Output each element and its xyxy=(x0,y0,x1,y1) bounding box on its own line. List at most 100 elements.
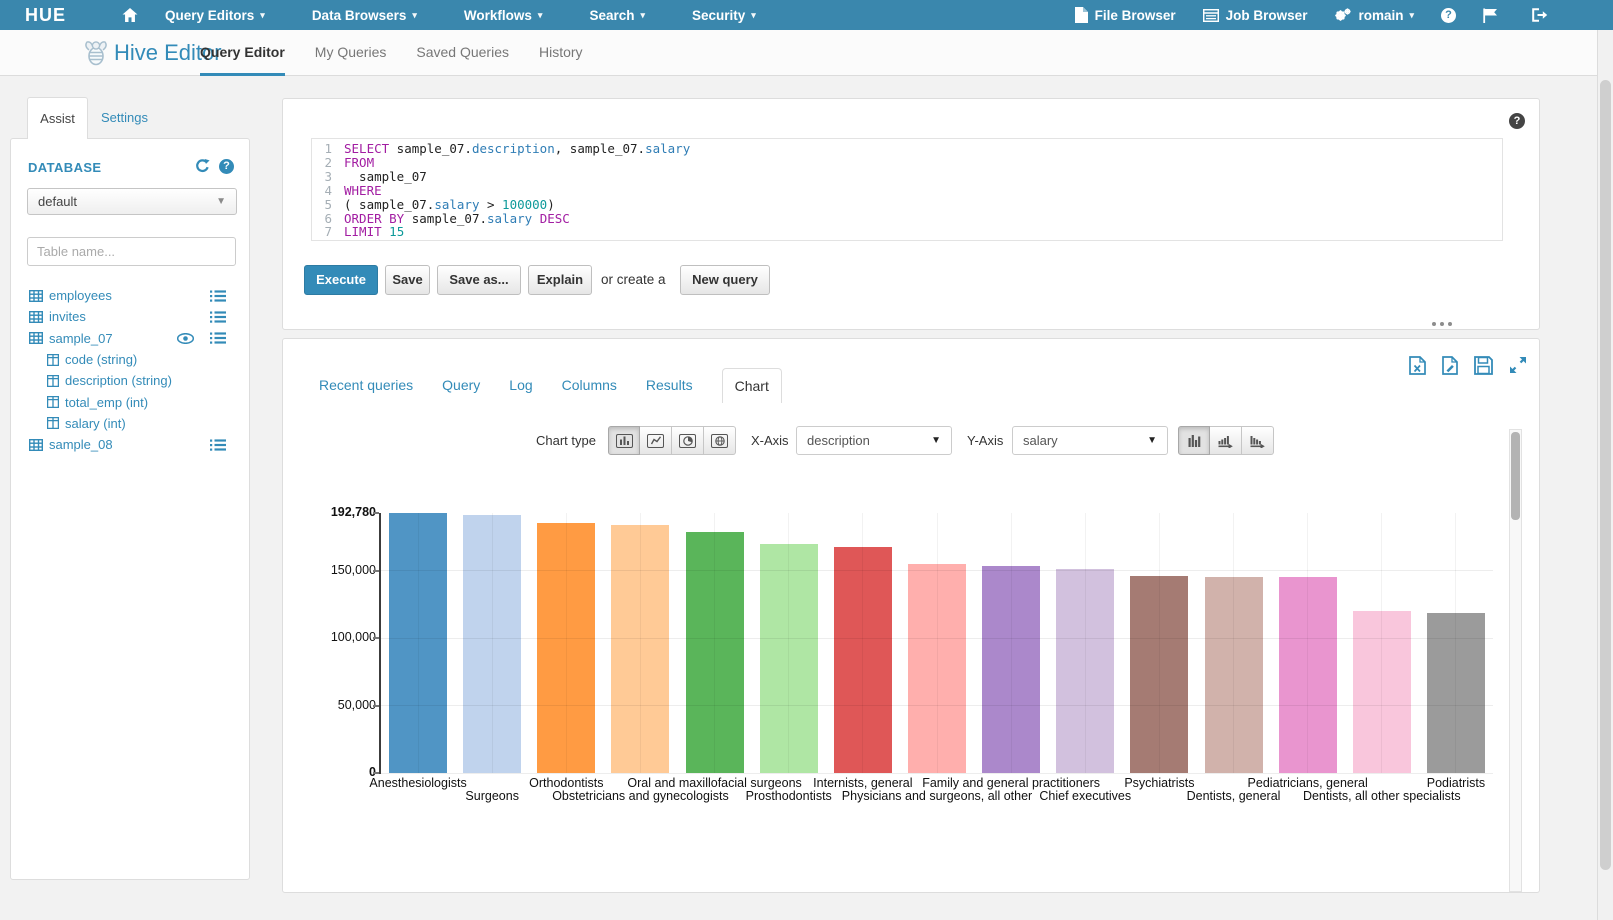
x-axis-label-physicians-and-surgeons-all-other: Physicians and surgeons, all other xyxy=(842,789,1032,803)
hue-logo[interactable]: HUE xyxy=(25,0,66,30)
menu-icon[interactable] xyxy=(210,311,232,323)
x-axis-label-obstetricians-and-gynecologists: Obstetricians and gynecologists xyxy=(552,789,728,803)
window-scrollbar-thumb[interactable] xyxy=(1600,80,1611,870)
editor-help-icon[interactable]: ? xyxy=(1509,113,1525,129)
chart-scrollbar[interactable] xyxy=(1509,429,1522,892)
sort-asc-button[interactable] xyxy=(1210,426,1242,455)
nav-menu-workflows[interactable]: Workflows▾ xyxy=(464,8,543,23)
column-icon xyxy=(47,396,65,408)
results-tab-columns[interactable]: Columns xyxy=(562,368,617,403)
sql-token: salary xyxy=(487,211,532,226)
subnav-tab-saved-queries[interactable]: Saved Queries xyxy=(416,30,509,76)
subnav-tab-my-queries[interactable]: My Queries xyxy=(315,30,387,76)
nav-link-label: Job Browser xyxy=(1226,8,1308,23)
tab-settings[interactable]: Settings xyxy=(101,97,148,139)
y-axis-select[interactable]: salary ▼ xyxy=(1012,426,1168,455)
refresh-icon[interactable] xyxy=(195,159,210,178)
x-axis-select-value: description xyxy=(807,433,870,448)
chart-scrollbar-thumb[interactable] xyxy=(1511,432,1520,520)
y-tick-mark xyxy=(373,705,379,707)
menu-icon[interactable] xyxy=(210,290,232,302)
x-axis-select[interactable]: description ▼ xyxy=(796,426,952,455)
chart-type-map-button[interactable] xyxy=(704,426,736,455)
line-number: 2 xyxy=(312,156,332,170)
chart-type-lines-button[interactable] xyxy=(640,426,672,455)
results-tab-query[interactable]: Query xyxy=(442,368,480,403)
gridline-vertical xyxy=(1307,513,1308,773)
tab-assist[interactable]: Assist xyxy=(27,97,88,139)
assist-help-icon[interactable]: ? xyxy=(219,159,234,174)
database-select[interactable]: default ▼ xyxy=(27,188,237,215)
column-row-total-emp-int[interactable]: total_emp (int) xyxy=(11,391,249,412)
chart-type-bars-button[interactable] xyxy=(608,426,640,455)
column-row-code-string[interactable]: code (string) xyxy=(11,349,249,370)
table-icon xyxy=(29,332,49,344)
save-icon[interactable] xyxy=(1474,356,1493,380)
sql-editor[interactable]: 1234567 SELECT sample_07.description, sa… xyxy=(311,138,1503,241)
assist-panel: DATABASE ? default ▼ employeesinvitessam… xyxy=(10,138,250,880)
table-row-sample-07[interactable]: sample_07 xyxy=(11,328,249,349)
menu-icon[interactable] xyxy=(210,439,232,451)
nav-menu-label: Data Browsers xyxy=(312,8,407,23)
logout-icon[interactable] xyxy=(1532,8,1555,22)
code-line: SELECT sample_07.description, sample_07.… xyxy=(344,142,690,156)
subnav-tab-query-editor[interactable]: Query Editor xyxy=(200,30,285,76)
results-toolbar xyxy=(1409,356,1527,380)
results-tab-recent-queries[interactable]: Recent queries xyxy=(319,368,413,403)
nav-menu-security[interactable]: Security▾ xyxy=(692,8,756,23)
subnav-tab-history[interactable]: History xyxy=(539,30,583,76)
sql-token: WHERE xyxy=(344,183,382,198)
sort-desc-button[interactable] xyxy=(1242,426,1274,455)
resize-grip-icon[interactable] xyxy=(1432,322,1452,326)
sort-none-button[interactable] xyxy=(1178,426,1210,455)
new-query-button[interactable]: New query xyxy=(680,265,770,295)
gridline-vertical xyxy=(862,513,863,773)
flag-icon[interactable] xyxy=(1483,8,1505,23)
column-row-salary-int[interactable]: salary (int) xyxy=(11,413,249,434)
nav-link-romain[interactable]: romain▾ xyxy=(1334,8,1414,23)
execute-button[interactable]: Execute xyxy=(304,265,378,295)
help-icon[interactable]: ? xyxy=(1441,8,1456,23)
expand-icon[interactable] xyxy=(1509,356,1527,380)
x-axis-label-prosthodontists: Prosthodontists xyxy=(746,789,832,803)
explain-button[interactable]: Explain xyxy=(528,265,592,295)
window-scrollbar[interactable] xyxy=(1597,30,1613,920)
y-tick-mark xyxy=(373,772,379,774)
y-tick-mark xyxy=(373,570,379,572)
nav-link-file-browser[interactable]: File Browser xyxy=(1075,7,1176,23)
chart-sort-buttons xyxy=(1178,426,1274,455)
save-as-button[interactable]: Save as... xyxy=(437,265,521,295)
document-export-icon[interactable] xyxy=(1442,356,1458,380)
column-icon xyxy=(47,417,65,429)
sql-token: ( sample_07. xyxy=(344,197,434,212)
table-name: invites xyxy=(49,309,86,324)
chart-type-pie-button[interactable] xyxy=(672,426,704,455)
table-row-sample-08[interactable]: sample_08 xyxy=(11,434,249,455)
or-create-text: or create a xyxy=(601,265,666,295)
table-filter-input[interactable] xyxy=(27,237,236,266)
nav-link-job-browser[interactable]: Job Browser xyxy=(1203,8,1308,23)
nav-menu-data-browsers[interactable]: Data Browsers▾ xyxy=(312,8,417,23)
results-tab-results[interactable]: Results xyxy=(646,368,693,403)
menu-icon[interactable] xyxy=(210,332,232,344)
app-header: Hive Editor Query EditorMy QueriesSaved … xyxy=(0,30,1613,76)
sql-token: 100000 xyxy=(502,197,547,212)
table-row-invites[interactable]: invites xyxy=(11,306,249,327)
results-tab-log[interactable]: Log xyxy=(509,368,532,403)
eye-icon[interactable] xyxy=(177,333,200,344)
nav-link-label: romain xyxy=(1358,8,1403,23)
x-axis-label-dentists-general: Dentists, general xyxy=(1187,789,1281,803)
column-row-description-string[interactable]: description (string) xyxy=(11,370,249,391)
sql-token: sample_07. xyxy=(404,211,487,226)
gridline-vertical xyxy=(566,513,567,773)
nav-menu-search[interactable]: Search▾ xyxy=(589,8,645,23)
save-button[interactable]: Save xyxy=(385,265,430,295)
y-tick-mark xyxy=(373,637,379,639)
nav-menu-query-editors[interactable]: Query Editors▾ xyxy=(165,8,265,23)
table-row-employees[interactable]: employees xyxy=(11,285,249,306)
results-tab-chart[interactable]: Chart xyxy=(722,368,782,403)
home-icon[interactable] xyxy=(122,8,138,27)
excel-export-icon[interactable] xyxy=(1409,356,1426,380)
column-name: total_emp (int) xyxy=(65,395,148,410)
x-axis-label-anesthesiologists: Anesthesiologists xyxy=(369,776,466,790)
